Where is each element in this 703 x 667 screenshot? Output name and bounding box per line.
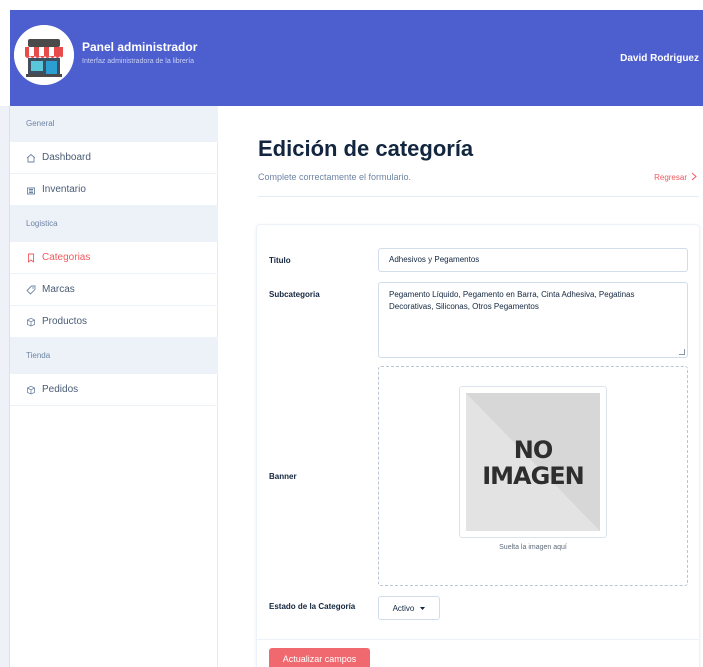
- sidebar-item-label: Dashboard: [42, 152, 91, 163]
- sidebar-item-marcas[interactable]: Marcas: [10, 274, 218, 306]
- brand-subtitle: Interfaz administradora de la librería: [82, 58, 195, 65]
- tag-icon: [26, 285, 36, 295]
- sidebar-section-logistica: Logistica: [10, 206, 218, 242]
- divider: [258, 196, 699, 197]
- user-name[interactable]: David Rodriguez: [620, 53, 699, 64]
- page-title: Edición de categoría: [258, 136, 474, 161]
- banner-preview: NO IMAGEN: [459, 386, 607, 538]
- no-image-line2: IMAGEN: [482, 462, 585, 490]
- estado-label: Estado de la Categoría: [269, 602, 356, 611]
- titulo-input[interactable]: Adhesivos y Pegamentos: [378, 248, 688, 272]
- sidebar-item-pedidos[interactable]: Pedidos: [10, 374, 218, 406]
- sidebar-item-dashboard[interactable]: Dashboard: [10, 142, 218, 174]
- back-link[interactable]: Regresar: [654, 172, 697, 183]
- back-link-label: Regresar: [654, 173, 687, 182]
- estado-value: Activo: [392, 603, 415, 613]
- sidebar-item-label: Productos: [42, 316, 88, 327]
- brand-title: Panel administrador: [82, 40, 198, 54]
- titulo-label: Titulo: [269, 256, 291, 265]
- subcategoria-label: Subcategoria: [269, 290, 320, 299]
- caret-down-icon: [420, 604, 426, 613]
- subcategoria-textarea[interactable]: Pegamento Líquido, Pegamento en Barra, C…: [378, 282, 688, 358]
- building-icon: [26, 185, 36, 195]
- bookmark-icon: [26, 253, 36, 263]
- drop-hint: Suelta la imagen aquí: [499, 544, 567, 551]
- sidebar-edge: [0, 106, 10, 667]
- no-image-placeholder: NO IMAGEN: [466, 393, 600, 531]
- subcategoria-text: Pegamento Líquido, Pegamento en Barra, C…: [389, 290, 635, 311]
- sidebar-item-productos[interactable]: Productos: [10, 306, 218, 338]
- chevron-right-icon: [691, 172, 697, 183]
- page-subtitle: Complete correctamente el formulario.: [258, 172, 412, 182]
- no-image-line1: NO: [513, 436, 554, 464]
- resize-handle[interactable]: [679, 349, 685, 355]
- storefront-icon: [14, 25, 74, 85]
- sidebar-item-label: Inventario: [42, 184, 86, 195]
- sidebar-item-categorias[interactable]: Categorias: [10, 242, 218, 274]
- sidebar-section-tienda: Tienda: [10, 338, 218, 374]
- sidebar-item-label: Categorias: [42, 252, 91, 263]
- sidebar-item-label: Pedidos: [42, 384, 79, 395]
- sidebar-item-label: Marcas: [42, 284, 75, 295]
- banner-label: Banner: [269, 472, 297, 481]
- banner-dropzone[interactable]: NO IMAGEN Suelta la imagen aquí: [378, 366, 688, 586]
- store-logo[interactable]: [14, 25, 74, 85]
- box-icon: [26, 317, 36, 327]
- sidebar-item-inventario[interactable]: Inventario: [10, 174, 218, 206]
- estado-dropdown[interactable]: Activo: [378, 596, 440, 620]
- update-button[interactable]: Actualizar campos: [269, 648, 370, 667]
- divider: [257, 639, 699, 640]
- home-icon: [26, 153, 36, 163]
- sidebar-section-general: General: [10, 106, 218, 142]
- box-icon: [26, 385, 36, 395]
- top-header: Panel administrador Interfaz administrad…: [10, 10, 703, 106]
